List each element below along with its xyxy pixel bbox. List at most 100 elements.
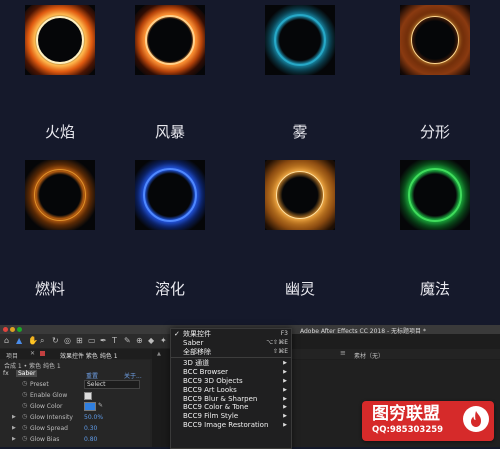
stopwatch-icon[interactable]: ◷ <box>22 403 27 409</box>
glow-color-swatch[interactable] <box>84 402 96 411</box>
effect-label: 雾 <box>292 123 308 141</box>
rectangle-tool-icon[interactable]: ▭ <box>88 337 96 345</box>
menu-item-bcc9-blur-sharpen[interactable]: BCC9 Blur & Sharpen ▶ <box>171 395 291 404</box>
submenu-arrow-icon: ▶ <box>283 395 287 402</box>
submenu-arrow-icon: ▶ <box>283 413 287 420</box>
tab-effect-controls[interactable]: 效果控件 紫色 纯色 1 <box>60 351 118 360</box>
eraser-tool-icon[interactable]: ◆ <box>148 337 154 345</box>
brush-tool-icon[interactable]: ✎ <box>124 337 131 345</box>
stopwatch-icon[interactable]: ◷ <box>22 392 27 398</box>
hand-tool-icon[interactable]: ✋ <box>28 337 38 345</box>
effect-label: 燃料 <box>34 280 65 298</box>
preview-fractal[interactable] <box>400 5 470 75</box>
home-icon[interactable]: ⌂ <box>4 337 9 345</box>
menu-item-label: BCC9 Blur & Sharpen <box>183 394 258 403</box>
menu-item-label: BCC9 Image Restoration <box>183 420 269 429</box>
menu-shortcut: F3 <box>280 330 288 337</box>
menu-item-3d-channel[interactable]: 3D 通道 ▶ <box>171 359 291 368</box>
enable-glow-checkbox[interactable] <box>84 392 92 400</box>
comp-path: 合成 1 • 紫色 纯色 1 <box>4 363 61 370</box>
viewer-menu-icon[interactable]: ≡ <box>340 350 346 357</box>
minimize-window-icon[interactable] <box>10 327 15 332</box>
menu-item-remove-all[interactable]: 全部移除 ⇧⌘E <box>171 348 291 357</box>
menu-item-label: 效果控件 <box>183 330 211 338</box>
checkmark-icon: ✓ <box>174 330 180 338</box>
menu-item-label: BCC9 Color & Tone <box>183 403 249 412</box>
submenu-arrow-icon: ▶ <box>283 421 287 428</box>
clone-stamp-tool-icon[interactable]: ⊕ <box>136 337 143 345</box>
expand-arrow-icon[interactable]: ▶ <box>12 414 16 420</box>
submenu-arrow-icon: ▶ <box>283 377 287 384</box>
preview-magic[interactable] <box>400 160 470 230</box>
submenu-arrow-icon: ▶ <box>283 369 287 376</box>
menu-item-label: 全部移除 <box>183 347 211 356</box>
reset-link[interactable]: 重置 <box>86 371 98 380</box>
type-tool-icon[interactable]: T <box>112 337 117 345</box>
effect-label: 火焰 <box>44 123 75 141</box>
stopwatch-icon[interactable]: ◷ <box>22 381 27 387</box>
menu-shortcut: ⌥⇧⌘E <box>266 338 288 346</box>
menu-item-bcc-browser[interactable]: BCC Browser ▶ <box>171 368 291 377</box>
effect-label: 溶化 <box>154 280 185 298</box>
about-link[interactable]: 关于... <box>124 371 142 380</box>
expand-arrow-icon[interactable]: ▶ <box>12 425 16 431</box>
preview-fire[interactable] <box>25 5 95 75</box>
effect-label: 分形 <box>419 123 450 141</box>
property-row: ▶ ◷ Glow Spread 0.30 <box>0 424 150 433</box>
menu-item-label: BCC Browser <box>183 368 229 377</box>
submenu-arrow-icon: ▶ <box>283 386 287 393</box>
preview-melt[interactable] <box>135 160 205 230</box>
zoom-tool-icon[interactable]: ⌕ <box>40 337 44 345</box>
submenu-arrow-icon: ▶ <box>283 360 287 367</box>
property-name: Glow Bias <box>30 436 60 443</box>
lock-icon[interactable] <box>40 351 45 356</box>
preview-fuel[interactable] <box>25 160 95 230</box>
rotate-tool-icon[interactable]: ↻ <box>52 337 59 345</box>
menu-item-effect-controls[interactable]: ✓ 效果控件 F3 <box>171 330 291 339</box>
glow-intensity-value[interactable]: 50.0% <box>84 414 103 421</box>
menu-item-saber[interactable]: Saber ⌥⇧⌘E <box>171 339 291 348</box>
eyedropper-icon[interactable]: ✎ <box>98 402 103 409</box>
preset-dropdown[interactable]: Select <box>84 380 140 389</box>
menu-item-label: BCC9 Art Looks <box>183 385 237 394</box>
glow-spread-value[interactable]: 0.30 <box>84 425 97 432</box>
glow-bias-value[interactable]: 0.80 <box>84 436 97 443</box>
stopwatch-icon[interactable]: ◷ <box>22 436 27 442</box>
zoom-window-icon[interactable] <box>17 327 22 332</box>
viewer-header: ≡ 素材（无） <box>292 349 500 360</box>
badge-qq: QQ:985303259 <box>372 425 444 435</box>
pan-behind-tool-icon[interactable]: ⊞ <box>76 337 83 345</box>
preview-fog[interactable] <box>265 5 335 75</box>
menu-item-bcc9-art-looks[interactable]: BCC9 Art Looks ▶ <box>171 386 291 395</box>
selection-tool-icon[interactable]: ▲ <box>16 337 22 345</box>
stopwatch-icon[interactable]: ◷ <box>22 414 27 420</box>
close-tab-icon[interactable]: ✕ <box>30 351 35 357</box>
tab-project[interactable]: 项目 <box>6 351 18 360</box>
effect-gallery: 火焰 风暴 雾 分形 燃料 溶化 幽灵 魔法 <box>0 0 500 325</box>
side-strip: ▲ <box>152 349 170 447</box>
effect-name[interactable]: Saber <box>16 370 38 377</box>
toolbar: ⌂ ▲ ✋ ⌕ ↻ ◎ ⊞ ▭ ✒ T ✎ ⊕ ◆ ✦ <box>0 334 170 348</box>
camera-tool-icon[interactable]: ◎ <box>64 337 71 345</box>
panel-scroll-arrow-icon[interactable]: ▲ <box>157 351 161 357</box>
menu-item-label: 3D 通道 <box>183 359 210 368</box>
panel-tabs: 项目 ✕ 效果控件 紫色 纯色 1 ≡ <box>0 349 170 360</box>
viewer-tab[interactable]: 素材（无） <box>354 351 384 360</box>
close-window-icon[interactable] <box>3 327 8 332</box>
menu-item-bcc9-3d-objects[interactable]: BCC9 3D Objects ▶ <box>171 377 291 386</box>
menu-item-bcc9-film-style[interactable]: BCC9 Film Style ▶ <box>171 412 291 421</box>
fx-icon[interactable]: fx <box>3 371 9 377</box>
submenu-arrow-icon: ▶ <box>283 404 287 411</box>
stopwatch-icon[interactable]: ◷ <box>22 425 27 431</box>
puppet-tool-icon[interactable]: ✦ <box>160 337 167 345</box>
property-name: Glow Intensity <box>30 414 73 421</box>
effect-label: 魔法 <box>419 280 450 298</box>
expand-arrow-icon[interactable]: ▶ <box>12 436 16 442</box>
preview-storm[interactable] <box>135 5 205 75</box>
watermark-badge: 图穷联盟 QQ:985303259 <box>362 401 494 441</box>
menu-item-bcc9-image-restoration[interactable]: BCC9 Image Restoration ▶ <box>171 421 291 430</box>
preview-ghost[interactable] <box>265 160 335 230</box>
pen-tool-icon[interactable]: ✒ <box>100 337 107 345</box>
property-name: Enable Glow <box>30 392 68 399</box>
menu-item-bcc9-color-tone[interactable]: BCC9 Color & Tone ▶ <box>171 403 291 412</box>
